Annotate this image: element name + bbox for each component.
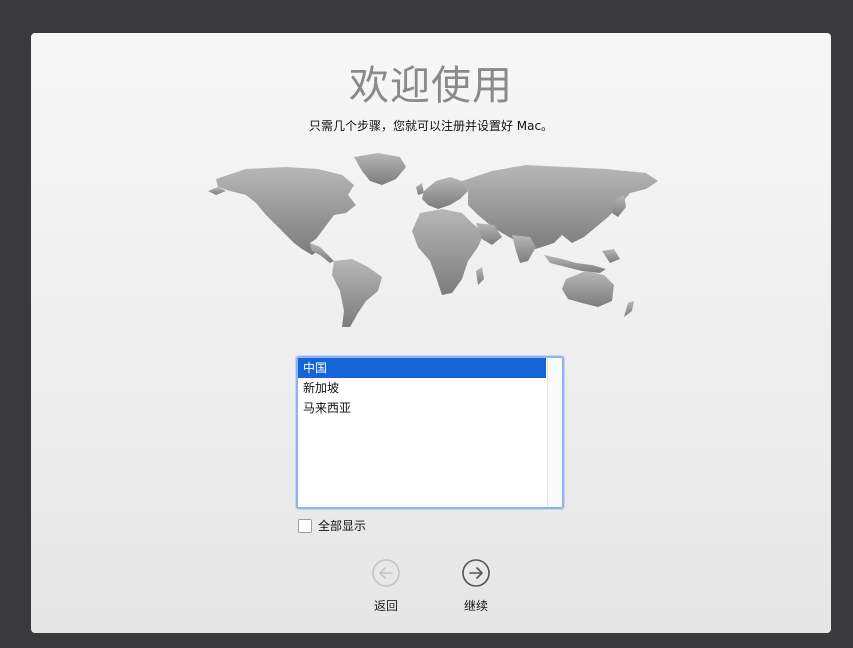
back-label: 返回: [373, 599, 398, 613]
list-item[interactable]: 中国: [298, 358, 546, 378]
continue-button[interactable]: 继续: [446, 559, 506, 614]
world-map-image: [208, 153, 658, 327]
continue-label: 继续: [463, 599, 488, 613]
show-all-checkbox[interactable]: [298, 518, 312, 533]
region-listbox[interactable]: 中国 新加坡 马来西亚: [296, 356, 564, 509]
page-subtitle: 只需几个步骤，您就可以注册并设置好 Mac。: [308, 119, 554, 133]
list-item[interactable]: 新加坡: [298, 378, 546, 398]
arrow-left-icon: [372, 559, 400, 587]
show-all-label: 全部显示: [318, 519, 367, 533]
setup-assistant-window: 欢迎使用 只需几个步骤，您就可以注册并设置好 Mac。 中国 新加坡 马来西亚 …: [31, 33, 831, 633]
list-item[interactable]: 马来西亚: [298, 398, 546, 418]
show-all-checkbox-row[interactable]: 全部显示: [298, 517, 366, 534]
back-button[interactable]: 返回: [356, 559, 416, 614]
page-title: 欢迎使用: [349, 63, 513, 109]
list-scrollbar[interactable]: [547, 358, 562, 507]
arrow-right-icon: [462, 559, 490, 587]
